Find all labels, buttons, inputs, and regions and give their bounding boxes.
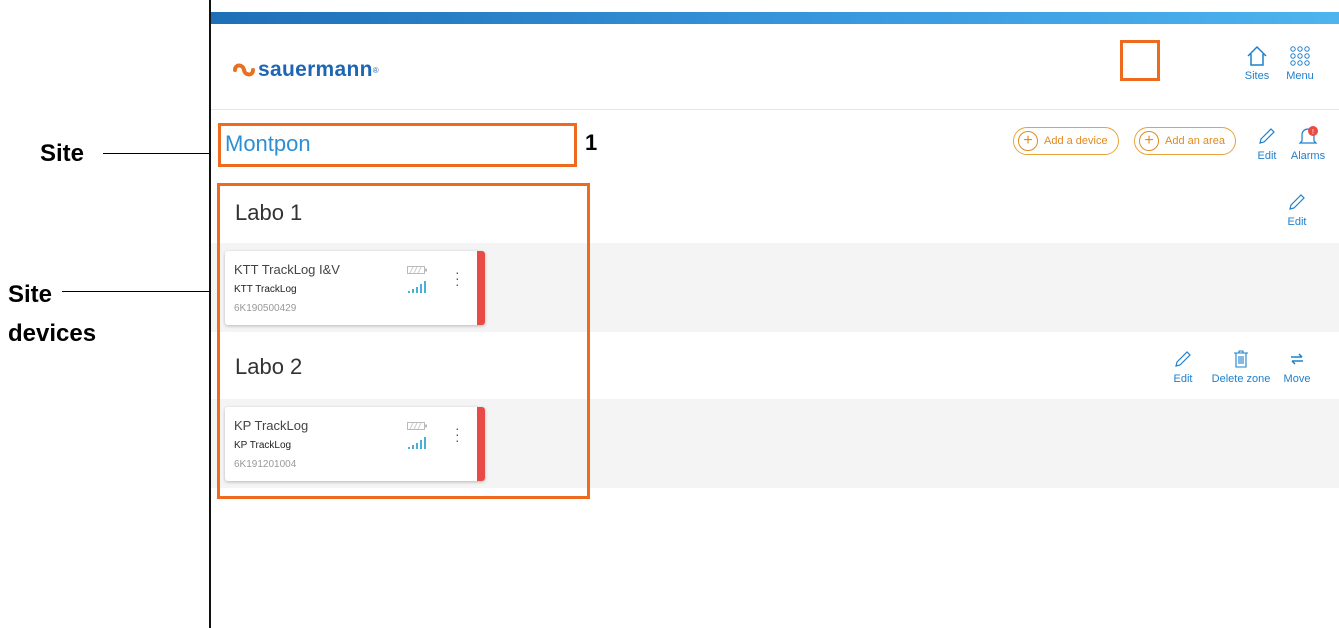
swap-arrows-icon: [1291, 353, 1303, 365]
pencil-icon: [1175, 351, 1191, 367]
annotation-site-devices-leader-line: [62, 291, 219, 292]
annotation-site-leader-line: [103, 153, 221, 154]
add-area-label: Add an area: [1165, 135, 1225, 147]
site-edit-button[interactable]: Edit: [1252, 126, 1282, 162]
annotation-site-devices-box: [217, 183, 590, 499]
annotation-site-devices-label-line2: devices: [8, 320, 97, 347]
add-area-button[interactable]: + Add an area: [1134, 127, 1236, 155]
annotation-site-label: Site: [40, 140, 85, 167]
move-zone-button[interactable]: Move: [1279, 349, 1315, 385]
sauermann-logo-icon: [233, 63, 255, 77]
home-icon: [1247, 45, 1267, 66]
plus-circle-icon: +: [1018, 131, 1038, 151]
top-gradient-bar: [211, 12, 1339, 24]
alarm-badge: !: [1312, 129, 1314, 136]
annotation-site-name-box: [218, 123, 577, 167]
app-header: sauermann ® Sites Menu: [211, 24, 1339, 110]
trash-icon: [1234, 350, 1248, 368]
zone-edit-button[interactable]: Edit: [1282, 192, 1312, 228]
annotation-header-empty-box: [1120, 40, 1160, 81]
sites-button-label: Sites: [1244, 70, 1270, 82]
grid-menu-icon: [1290, 46, 1310, 66]
alarms-label: Alarms: [1290, 150, 1326, 162]
bell-icon: !: [1298, 126, 1318, 144]
zone-edit-button[interactable]: Edit: [1168, 349, 1198, 385]
site-edit-label: Edit: [1257, 150, 1277, 162]
pencil-icon: [1289, 194, 1305, 210]
logo-registered-mark: ®: [372, 65, 379, 75]
menu-button[interactable]: Menu: [1280, 44, 1320, 82]
delete-zone-button[interactable]: Delete zone: [1209, 349, 1273, 385]
annotation-site-devices-label-line1: Site: [8, 281, 53, 308]
plus-circle-icon: +: [1139, 131, 1159, 151]
sites-button[interactable]: Sites: [1237, 44, 1277, 82]
alarms-button[interactable]: ! Alarms: [1286, 126, 1330, 162]
move-zone-label: Move: [1283, 373, 1311, 385]
zone-edit-label: Edit: [1287, 216, 1307, 228]
annotation-number-1: 1: [585, 130, 598, 155]
add-device-button[interactable]: + Add a device: [1013, 127, 1119, 155]
menu-button-label: Menu: [1286, 70, 1314, 82]
logo-text: sauermann: [258, 58, 373, 81]
pencil-icon: [1259, 128, 1275, 144]
sauermann-logo[interactable]: sauermann ®: [233, 58, 379, 82]
zone-edit-label: Edit: [1173, 373, 1193, 385]
add-device-label: Add a device: [1044, 135, 1108, 147]
delete-zone-label: Delete zone: [1211, 373, 1271, 385]
